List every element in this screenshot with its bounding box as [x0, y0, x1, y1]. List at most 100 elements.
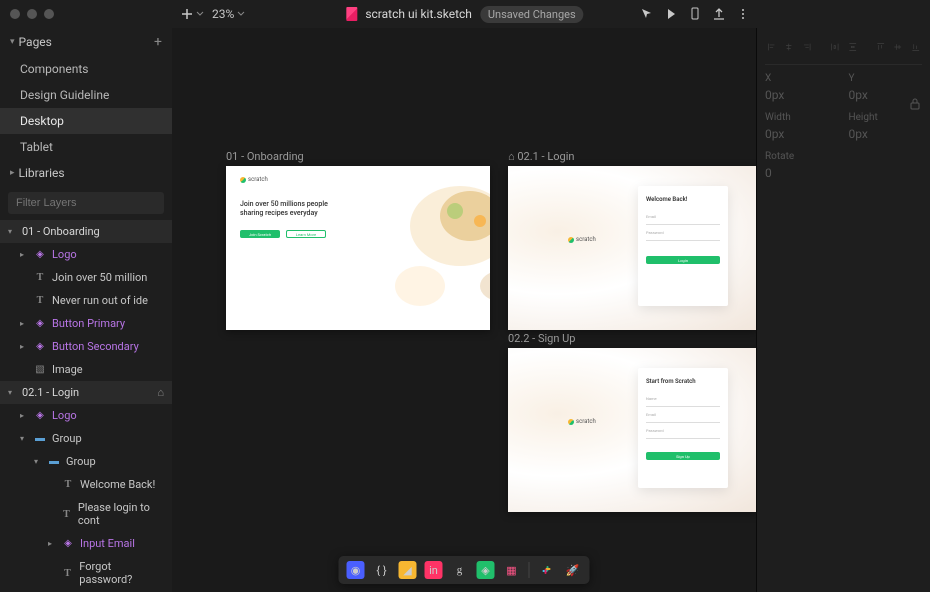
pages-label: Pages — [19, 35, 155, 49]
text-icon: T — [61, 508, 72, 520]
close-window-button[interactable] — [10, 9, 20, 19]
folder-icon: ▬ — [34, 433, 46, 445]
rotate-label: Rotate — [765, 151, 839, 162]
artboard-signup[interactable]: scratch Start from Scratch Name Email Pa… — [508, 348, 756, 512]
caret-right-icon: ▸ — [10, 168, 15, 178]
chevron-down-icon — [237, 10, 245, 18]
lock-icon[interactable] — [910, 98, 920, 113]
dock-craft-icon[interactable]: ◈ — [477, 561, 495, 579]
height-label: Height — [849, 112, 923, 123]
layer-image[interactable]: ▧ Image — [0, 358, 172, 381]
artboard-label-onboarding[interactable]: 01 - Onboarding — [226, 150, 304, 163]
dock-gravit-icon[interactable]: g — [451, 561, 469, 579]
text-icon: T — [34, 272, 46, 284]
position-size-controls: X Y 0px 0px Width Height 0px 0px Rotate … — [765, 73, 922, 180]
symbol-icon: ◈ — [34, 249, 46, 261]
image-icon: ▧ — [34, 364, 46, 376]
insert-button[interactable] — [180, 7, 204, 21]
libraries-panel-header[interactable]: ▸ Libraries — [0, 160, 172, 186]
left-sidebar: ▾ Pages + Components Design Guideline De… — [0, 28, 172, 592]
artboard-label-login[interactable]: ⌂ 02.1 - Login — [508, 150, 574, 163]
dock-invision-icon[interactable]: in — [425, 561, 443, 579]
text-icon: T — [34, 295, 46, 307]
x-input[interactable]: 0px — [765, 88, 839, 102]
play-icon[interactable] — [664, 7, 678, 21]
layer-text-join[interactable]: T Join over 50 million — [0, 266, 172, 289]
symbol-icon: ◈ — [62, 538, 74, 550]
more-icon[interactable] — [736, 7, 750, 21]
page-item-design-guideline[interactable]: Design Guideline — [0, 82, 172, 108]
titlebar: 23% scratch ui kit.sketch Unsaved Change… — [0, 0, 930, 28]
mock-logo: scratch — [240, 176, 268, 183]
artboard-login[interactable]: scratch Welcome Back! Email Password Log… — [508, 166, 756, 330]
layer-symbol-logo[interactable]: ▸ ◈ Logo — [0, 243, 172, 266]
page-item-desktop[interactable]: Desktop — [0, 108, 172, 134]
mock-signup-card: Start from Scratch Name Email Password S… — [638, 368, 728, 488]
height-input[interactable]: 0px — [849, 127, 923, 141]
width-input[interactable]: 0px — [765, 127, 839, 141]
export-icon[interactable] — [712, 7, 726, 21]
save-status-badge: Unsaved Changes — [480, 6, 584, 23]
pages-panel-header[interactable]: ▾ Pages + — [0, 28, 172, 56]
width-label: Width — [765, 112, 839, 123]
toolbar-right — [640, 7, 750, 21]
caret-down-icon: ▾ — [8, 227, 16, 236]
layer-symbol-button-secondary[interactable]: ▸ ◈ Button Secondary — [0, 335, 172, 358]
canvas[interactable]: 01 - Onboarding scratch Join over 50 mil… — [172, 28, 756, 592]
minimize-window-button[interactable] — [27, 9, 37, 19]
toolbar-left: 23% — [180, 7, 245, 21]
layer-folder-group-2[interactable]: ▾ ▬ Group — [0, 450, 172, 473]
dock-runner-icon[interactable]: 🚀 — [564, 561, 582, 579]
add-page-button[interactable]: + — [154, 34, 162, 50]
align-left-icon[interactable] — [767, 40, 776, 54]
libraries-label: Libraries — [19, 166, 162, 180]
page-item-tablet[interactable]: Tablet — [0, 134, 172, 160]
layer-text-welcome[interactable]: T Welcome Back! — [0, 473, 172, 496]
layer-text-never[interactable]: T Never run out of ide — [0, 289, 172, 312]
align-right-icon[interactable] — [802, 40, 811, 54]
rotate-input[interactable]: 0 — [765, 166, 839, 180]
caret-right-icon: ▸ — [20, 250, 28, 259]
caret-down-icon: ▾ — [10, 37, 15, 47]
layer-text-forgot[interactable]: T Forgot password? — [0, 555, 172, 591]
layer-symbol-logo-2[interactable]: ▸ ◈ Logo — [0, 404, 172, 427]
dock-zeplin-icon[interactable]: ◢ — [399, 561, 417, 579]
align-top-icon[interactable] — [876, 40, 885, 54]
layer-folder-group[interactable]: ▾ ▬ Group — [0, 427, 172, 450]
layer-artboard-login[interactable]: ▾ 02.1 - Login — [0, 381, 172, 404]
device-icon[interactable] — [688, 7, 702, 21]
symbol-icon: ◈ — [34, 318, 46, 330]
cursor-icon[interactable] — [640, 7, 654, 21]
align-middle-icon[interactable] — [893, 40, 902, 54]
distribute-v-icon[interactable] — [848, 40, 857, 54]
filter-layers-input[interactable] — [8, 192, 164, 214]
layer-text-please-login[interactable]: T Please login to cont — [0, 496, 172, 532]
artboard-label-signup[interactable]: 02.2 - Sign Up — [508, 332, 575, 345]
mock-btn-secondary: Learn More — [286, 230, 326, 238]
dock-slack-icon[interactable] — [538, 561, 556, 579]
caret-right-icon: ▸ — [20, 319, 28, 328]
page-item-components[interactable]: Components — [0, 56, 172, 82]
caret-down-icon: ▾ — [20, 434, 28, 443]
chevron-down-icon — [196, 10, 204, 18]
right-inspector: X Y 0px 0px Width Height 0px 0px Rotate … — [756, 28, 930, 592]
layer-symbol-input-email[interactable]: ▸ ◈ Input Email — [0, 532, 172, 555]
align-bottom-icon[interactable] — [911, 40, 920, 54]
plugin-dock: ◉ { } ◢ in g ◈ ▦ 🚀 — [339, 556, 590, 584]
layer-artboard-onboarding[interactable]: ▾ 01 - Onboarding — [0, 220, 172, 243]
layer-symbol-button-primary[interactable]: ▸ ◈ Button Primary — [0, 312, 172, 335]
dock-abstract-icon[interactable]: ◉ — [347, 561, 365, 579]
dock-grid-icon[interactable]: ▦ — [503, 561, 521, 579]
dock-code-icon[interactable]: { } — [373, 561, 391, 579]
caret-down-icon: ▾ — [8, 388, 16, 397]
caret-right-icon: ▸ — [20, 342, 28, 351]
folder-icon: ▬ — [48, 456, 60, 468]
file-title: scratch ui kit.sketch — [365, 7, 472, 21]
mock-logo: scratch — [568, 236, 596, 243]
distribute-h-icon[interactable] — [830, 40, 839, 54]
artboard-onboarding[interactable]: scratch Join over 50 millions people sha… — [226, 166, 490, 330]
maximize-window-button[interactable] — [44, 9, 54, 19]
mock-btn-primary: Join Scratch — [240, 230, 280, 238]
align-center-h-icon[interactable] — [784, 40, 793, 54]
zoom-control[interactable]: 23% — [212, 7, 245, 21]
